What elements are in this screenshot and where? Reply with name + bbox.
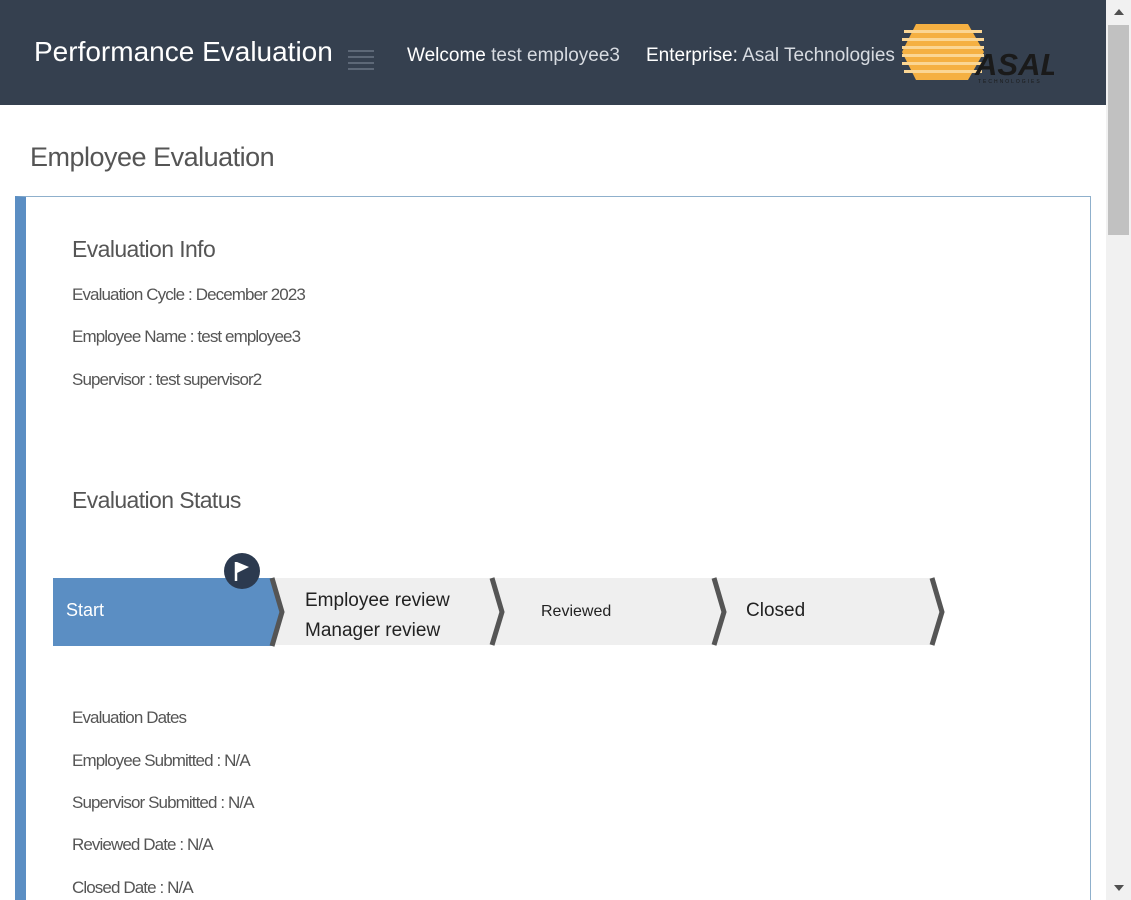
employee-name: Employee Name : test employee3: [72, 327, 301, 346]
enterprise-label: Enterprise:: [646, 45, 738, 66]
flag-icon: [224, 553, 260, 589]
scroll-down-arrow-icon[interactable]: [1106, 876, 1131, 900]
page-title: Employee Evaluation: [30, 142, 275, 172]
welcome-text: Welcome test employee3: [407, 45, 620, 67]
company-logo[interactable]: ASAL TECHNOLOGIES: [902, 22, 1059, 86]
app-title[interactable]: Performance Evaluation: [34, 36, 333, 68]
status-stepper: Start Employee review Manager review Rev…: [52, 552, 954, 650]
logo-subtext: TECHNOLOGIES: [978, 79, 1042, 85]
step-closed-label: Closed: [746, 600, 805, 621]
evaluation-info-title: Evaluation Info: [72, 236, 216, 262]
reviewed-date: Reviewed Date : N/A: [72, 835, 214, 854]
supervisor-submitted-date: Supervisor Submitted : N/A: [72, 793, 255, 812]
closed-date: Closed Date : N/A: [72, 878, 194, 897]
welcome-label: Welcome: [407, 45, 486, 66]
scroll-thumb[interactable]: [1108, 25, 1129, 235]
evaluation-dates-title: Evaluation Dates: [72, 708, 187, 727]
evaluation-status-title: Evaluation Status: [72, 487, 241, 513]
supervisor-name: Supervisor : test supervisor2: [72, 370, 262, 389]
hamburger-menu-icon[interactable]: [348, 50, 374, 72]
enterprise-text: Enterprise: Asal Technologies: [646, 45, 895, 67]
step-employee-review-label: Employee review: [305, 590, 450, 611]
current-user-name[interactable]: test employee3: [491, 45, 620, 66]
top-header: Performance Evaluation Welcome test empl…: [0, 0, 1106, 105]
step-start-label: Start: [66, 600, 104, 620]
scroll-up-arrow-icon[interactable]: [1106, 0, 1131, 24]
evaluation-cycle: Evaluation Cycle : December 2023: [72, 285, 306, 304]
step-manager-review-label: Manager review: [305, 620, 440, 641]
vertical-scrollbar[interactable]: [1106, 0, 1131, 900]
step-reviewed-label: Reviewed: [541, 603, 611, 620]
employee-submitted-date: Employee Submitted : N/A: [72, 751, 251, 770]
enterprise-name: Asal Technologies: [742, 45, 895, 66]
logo-text: ASAL: [974, 47, 1054, 82]
